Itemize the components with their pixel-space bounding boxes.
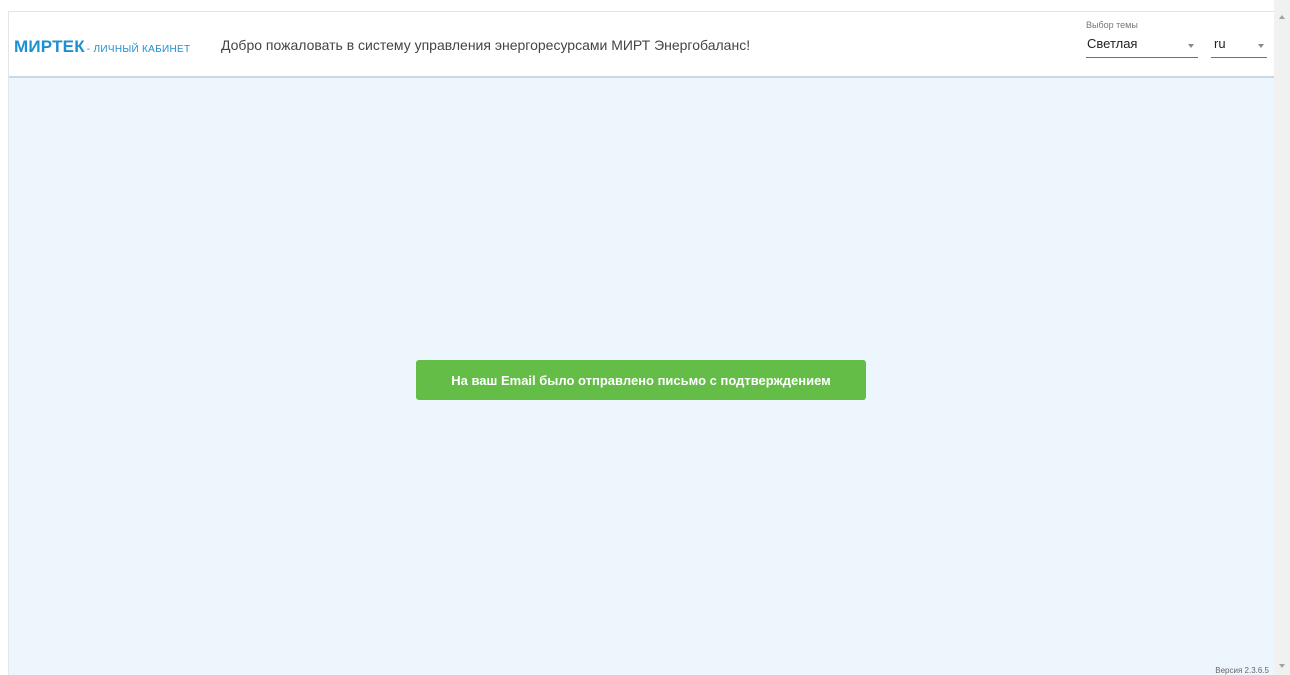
confirmation-message: На ваш Email было отправлено письмо с по…	[451, 372, 831, 388]
app-window: МИРТЕК - ЛИЧНЫЙ КАБИНЕТ Добро пожаловать…	[0, 0, 1290, 675]
logo[interactable]: МИРТЕК - ЛИЧНЫЙ КАБИНЕТ	[14, 37, 190, 57]
theme-select[interactable]: Светлая	[1086, 36, 1198, 58]
logo-subtitle: - ЛИЧНЫЙ КАБИНЕТ	[86, 44, 191, 55]
main-content: На ваш Email было отправлено письмо с по…	[9, 78, 1274, 675]
scroll-down-arrow-icon[interactable]	[1279, 664, 1285, 668]
page-viewport: МИРТЕК - ЛИЧНЫЙ КАБИНЕТ Добро пожаловать…	[8, 11, 1274, 675]
app-header: МИРТЕК - ЛИЧНЫЙ КАБИНЕТ Добро пожаловать…	[9, 12, 1274, 78]
chevron-down-icon[interactable]	[1258, 44, 1264, 48]
version-label: Версия 2.3.6.5	[1215, 666, 1269, 675]
confirmation-toast: На ваш Email было отправлено письмо с по…	[416, 360, 866, 400]
left-margin	[0, 0, 8, 675]
welcome-text: Добро пожаловать в систему управления эн…	[221, 37, 751, 53]
theme-select-caption: Выбор темы	[1086, 20, 1138, 30]
logo-mark: МИРТЕК	[14, 37, 85, 56]
top-margin	[0, 0, 1290, 11]
language-select-value: ru	[1214, 36, 1226, 51]
chevron-down-icon[interactable]	[1188, 44, 1194, 48]
scroll-up-arrow-icon[interactable]	[1279, 15, 1285, 19]
theme-select-value: Светлая	[1087, 36, 1138, 51]
language-select[interactable]: ru	[1211, 36, 1267, 58]
vertical-scrollbar[interactable]	[1274, 0, 1290, 675]
